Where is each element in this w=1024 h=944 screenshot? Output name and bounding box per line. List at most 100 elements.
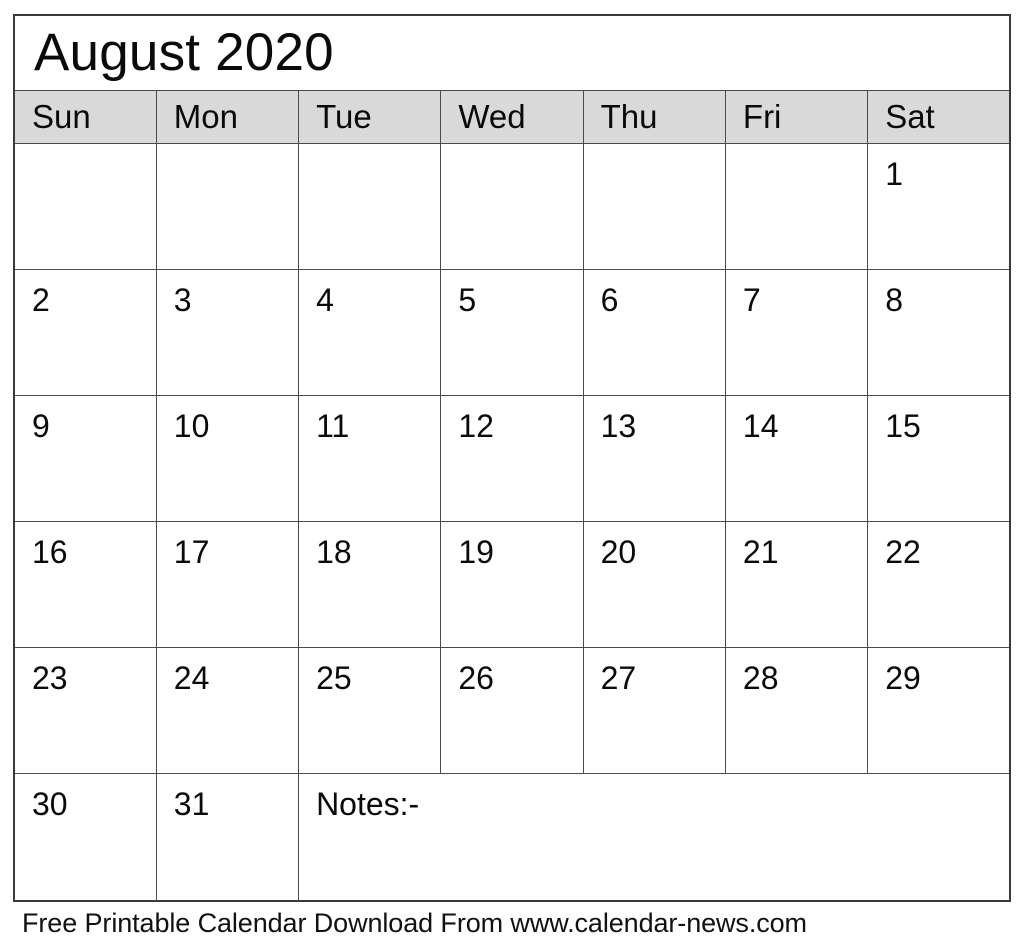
day-number: 12 bbox=[458, 408, 494, 444]
day-cell[interactable]: 10 bbox=[155, 395, 300, 522]
day-number bbox=[15, 144, 156, 158]
day-number: 9 bbox=[32, 408, 50, 444]
day-number: 19 bbox=[458, 534, 494, 570]
day-number bbox=[584, 144, 725, 158]
calendar-week-row: 9 10 11 12 13 14 15 bbox=[13, 395, 1011, 522]
day-cell[interactable]: 17 bbox=[155, 521, 300, 648]
day-cell[interactable] bbox=[724, 143, 869, 270]
weekday-label-tue: Tue bbox=[316, 98, 372, 135]
day-cell[interactable]: 5 bbox=[440, 269, 584, 396]
weekday-label-fri: Fri bbox=[742, 98, 782, 135]
day-number: 14 bbox=[742, 408, 779, 444]
day-cell[interactable]: 30 bbox=[13, 773, 157, 902]
day-cell[interactable] bbox=[13, 143, 157, 270]
day-cell[interactable]: 3 bbox=[155, 269, 300, 396]
day-cell[interactable]: 14 bbox=[724, 395, 869, 522]
day-cell[interactable]: 18 bbox=[298, 521, 442, 648]
day-cell[interactable]: 8 bbox=[867, 269, 1011, 396]
notes-label: Notes:- bbox=[316, 786, 420, 822]
day-cell[interactable]: 13 bbox=[582, 395, 726, 522]
day-number bbox=[299, 144, 440, 158]
day-cell[interactable]: 27 bbox=[582, 647, 726, 774]
day-number: 23 bbox=[32, 660, 68, 696]
weekday-header-thu: Thu bbox=[582, 90, 726, 144]
day-number bbox=[726, 144, 867, 158]
weekday-header-mon: Mon bbox=[155, 90, 300, 144]
day-cell[interactable]: 22 bbox=[867, 521, 1011, 648]
day-number: 2 bbox=[32, 282, 50, 318]
notes-cell[interactable]: Notes:- bbox=[298, 773, 1011, 902]
day-number: 4 bbox=[316, 282, 334, 318]
weekday-label-mon: Mon bbox=[173, 98, 238, 135]
day-cell[interactable] bbox=[582, 143, 726, 270]
day-number: 22 bbox=[885, 534, 921, 570]
calendar-page: August 2020 Sun Mon Tue Wed Thu Fri Sat … bbox=[0, 0, 1024, 944]
day-cell[interactable]: 23 bbox=[13, 647, 157, 774]
day-number bbox=[157, 144, 298, 158]
day-number: 21 bbox=[742, 534, 779, 570]
day-cell[interactable]: 6 bbox=[582, 269, 726, 396]
page-title: August 2020 bbox=[34, 23, 334, 82]
weekday-header-fri: Fri bbox=[724, 90, 869, 144]
day-cell[interactable]: 28 bbox=[724, 647, 869, 774]
day-number: 7 bbox=[742, 282, 761, 318]
day-cell[interactable]: 29 bbox=[867, 647, 1011, 774]
day-number: 16 bbox=[32, 534, 68, 570]
weekday-label-thu: Thu bbox=[600, 98, 658, 135]
calendar-week-row: 1 bbox=[13, 143, 1011, 270]
day-cell[interactable]: 16 bbox=[13, 521, 157, 648]
weekday-header-tue: Tue bbox=[298, 90, 442, 144]
day-number: 17 bbox=[173, 534, 210, 570]
day-cell[interactable]: 7 bbox=[724, 269, 869, 396]
day-cell[interactable]: 11 bbox=[298, 395, 442, 522]
day-cell[interactable]: 24 bbox=[155, 647, 300, 774]
day-cell[interactable] bbox=[155, 143, 300, 270]
day-number: 6 bbox=[600, 282, 619, 318]
day-cell[interactable]: 15 bbox=[867, 395, 1011, 522]
day-cell[interactable]: 25 bbox=[298, 647, 442, 774]
day-number: 15 bbox=[885, 408, 921, 444]
day-number: 11 bbox=[316, 408, 350, 444]
calendar-table: August 2020 Sun Mon Tue Wed Thu Fri Sat … bbox=[13, 14, 1011, 902]
day-number: 28 bbox=[742, 660, 779, 696]
weekday-header-wed: Wed bbox=[440, 90, 584, 144]
day-number: 30 bbox=[32, 786, 68, 822]
day-number: 1 bbox=[885, 156, 903, 192]
weekday-label-wed: Wed bbox=[458, 98, 526, 135]
calendar-title-row: August 2020 bbox=[14, 15, 1010, 91]
weekday-header-sun: Sun bbox=[13, 90, 157, 144]
day-number bbox=[441, 144, 582, 158]
day-number: 26 bbox=[458, 660, 494, 696]
day-number: 24 bbox=[173, 660, 210, 696]
day-cell[interactable]: 20 bbox=[582, 521, 726, 648]
day-cell[interactable]: 4 bbox=[298, 269, 442, 396]
day-cell[interactable]: 2 bbox=[13, 269, 157, 396]
day-cell[interactable]: 12 bbox=[440, 395, 584, 522]
calendar-container: August 2020 Sun Mon Tue Wed Thu Fri Sat … bbox=[13, 14, 1011, 902]
day-cell[interactable]: 19 bbox=[440, 521, 584, 648]
weekday-header-sat: Sat bbox=[867, 90, 1011, 144]
day-number: 10 bbox=[173, 408, 210, 444]
weekday-header-row: Sun Mon Tue Wed Thu Fri Sat bbox=[13, 90, 1011, 144]
day-cell[interactable] bbox=[298, 143, 442, 270]
day-number: 20 bbox=[600, 534, 637, 570]
day-cell[interactable]: 1 bbox=[867, 143, 1011, 270]
calendar-week-row: 2 3 4 5 6 7 8 bbox=[13, 269, 1011, 396]
day-cell[interactable]: 31 bbox=[155, 773, 300, 902]
day-cell[interactable]: 21 bbox=[724, 521, 869, 648]
footer-attribution-text: Free Printable Calendar Download From ww… bbox=[22, 908, 807, 938]
day-cell[interactable] bbox=[440, 143, 584, 270]
day-number: 31 bbox=[173, 786, 210, 822]
day-number: 27 bbox=[600, 660, 637, 696]
day-number: 25 bbox=[316, 660, 352, 696]
day-number: 3 bbox=[173, 282, 192, 318]
calendar-week-row-with-notes: 30 31 Notes:- bbox=[13, 773, 1011, 902]
day-number: 5 bbox=[458, 282, 477, 318]
day-cell[interactable]: 9 bbox=[13, 395, 157, 522]
footer: Free Printable Calendar Download From ww… bbox=[22, 906, 1002, 940]
calendar-week-row: 23 24 25 26 27 28 29 bbox=[13, 647, 1011, 774]
calendar-week-row: 16 17 18 19 20 21 22 bbox=[13, 521, 1011, 648]
day-number: 18 bbox=[316, 534, 352, 570]
day-cell[interactable]: 26 bbox=[440, 647, 584, 774]
weekday-label-sat: Sat bbox=[885, 98, 935, 135]
